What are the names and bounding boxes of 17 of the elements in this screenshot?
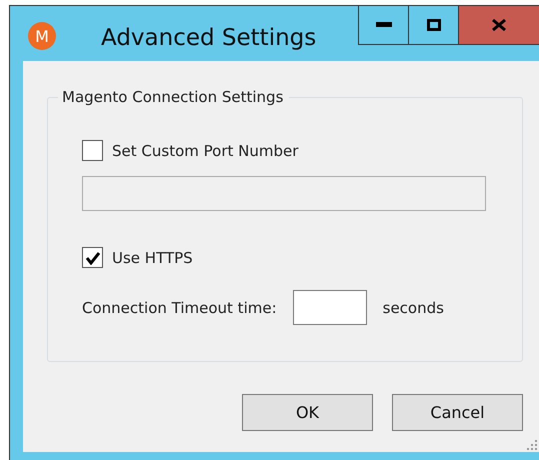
checkbox[interactable] xyxy=(82,247,103,268)
resize-grip-icon xyxy=(527,440,537,450)
minimize-icon xyxy=(376,22,392,28)
maximize-icon xyxy=(426,19,440,31)
unit-label: seconds xyxy=(382,298,444,316)
timeout-field[interactable] xyxy=(292,290,367,325)
checkbox-label: Use HTTPS xyxy=(112,248,193,266)
group-title: Magento Connection Settings xyxy=(58,88,290,106)
timeout-label: Connection Timeout time: xyxy=(82,298,277,316)
close-icon xyxy=(492,19,506,31)
app-logo: M xyxy=(28,22,56,50)
dialog-button[interactable]: OK xyxy=(242,394,373,431)
dialog-button[interactable]: Cancel xyxy=(392,394,523,431)
close-button[interactable] xyxy=(459,6,539,44)
checkbox-label: Set Custom Port Number xyxy=(112,142,298,160)
window-title: Advanced Settings xyxy=(101,25,316,51)
check-icon xyxy=(84,250,100,264)
